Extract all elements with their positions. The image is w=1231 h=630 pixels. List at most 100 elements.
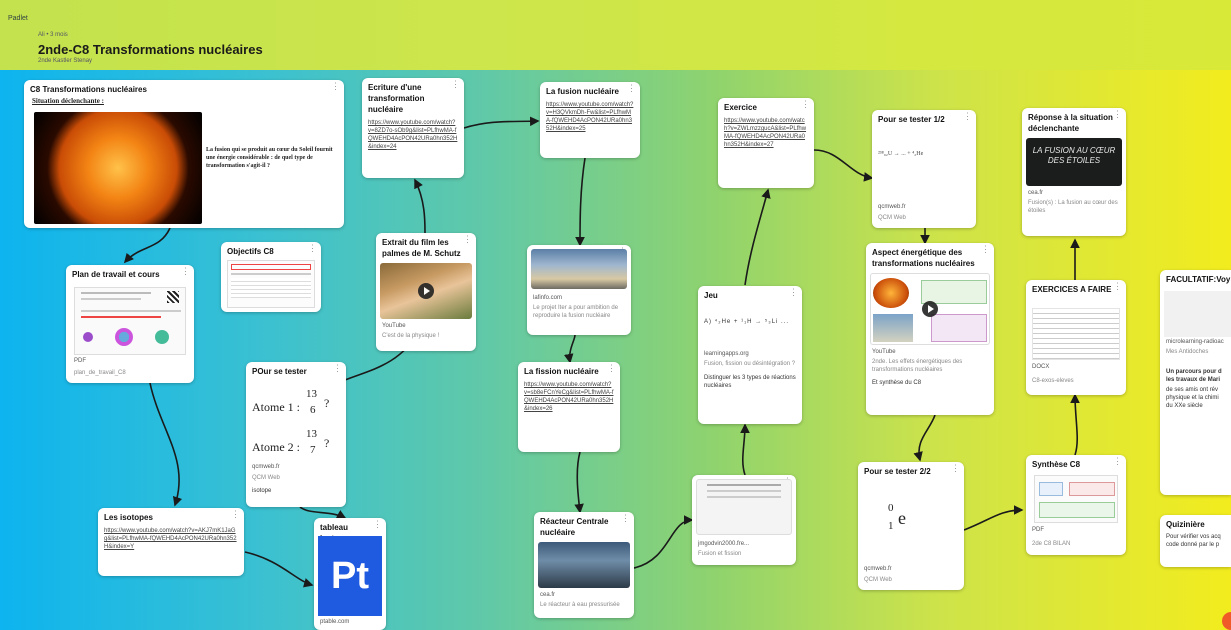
more-icon[interactable]: ⋮ <box>801 100 810 109</box>
more-icon[interactable]: ⋮ <box>181 267 190 276</box>
chalkboard-image: LA FUSION AU CŒUR DES ÉTOILES <box>1026 138 1122 186</box>
link-synthese-exercices <box>1070 393 1080 456</box>
atome1-charge: 6 <box>310 404 316 416</box>
more-icon[interactable]: ⋮ <box>331 82 340 91</box>
card-body: de ses amis ont rév physique et la chimi… <box>1166 387 1219 409</box>
card-fusion-nucleaire[interactable]: La fusion nucléaire ⋮ https://www.youtub… <box>540 82 640 158</box>
card-iter[interactable]: ⋮ lafinfo.com Le projet Iter a pour ambi… <box>527 245 631 335</box>
atome2-question: ? <box>324 436 330 450</box>
more-icon[interactable]: ⋮ <box>621 514 630 523</box>
add-post-button[interactable] <box>1222 612 1231 630</box>
atome2-charge: 7 <box>310 444 316 456</box>
more-icon[interactable]: ⋮ <box>627 84 636 93</box>
card-reacteur[interactable]: Réacteur Centrale nucléaire ⋮ cea.fr Le … <box>534 512 634 618</box>
board-header: Padlet Ali • 3 mois 2nde-C8 Transformati… <box>0 0 1231 70</box>
card-source: learningapps.org <box>704 351 749 357</box>
card-jeu[interactable]: Jeu ⋮ A) ⁴₂He + ¹₁H → ⁵₃Li ... learninga… <box>698 286 802 424</box>
file-type-tag: PDF <box>74 358 86 364</box>
card-sub: Mes Antidoches <box>1166 349 1209 355</box>
card-objectifs[interactable]: Objectifs C8 ⋮ <box>221 242 321 312</box>
ptable-logo-text: Pt <box>331 555 369 597</box>
atome2-mass: 13 <box>306 428 317 440</box>
card-title: Ecriture d'une transformation nucléaire <box>368 83 425 114</box>
card-title: Aspect énergétique des transformations n… <box>872 248 975 268</box>
card-title: EXERCICES A FAIRE <box>1032 285 1112 294</box>
video-thumbnail[interactable] <box>380 263 472 319</box>
more-icon[interactable]: ⋮ <box>981 245 990 254</box>
equation-preview: ²³⁸₉₂U → ... + ⁴₂He <box>878 151 924 157</box>
card-caption: Fusion et fission <box>698 551 742 557</box>
padlet-logo[interactable]: Padlet <box>8 15 28 22</box>
card-isotopes[interactable]: Les isotopes ⋮ https://www.youtube.com/w… <box>98 508 244 576</box>
card-sub: QCM Web <box>878 215 906 221</box>
card-facultatif[interactable]: FACULTATIF:Voy cœur de la radio microlea… <box>1160 270 1231 495</box>
card-fission-nucleaire[interactable]: La fission nucléaire ⋮ https://www.youtu… <box>518 362 620 452</box>
card-link[interactable]: https://www.youtube.com/watch?v=sb8eFCnY… <box>518 379 620 415</box>
more-icon[interactable]: ⋮ <box>1113 282 1122 291</box>
more-icon[interactable]: ⋮ <box>951 464 960 473</box>
atome1-label: Atome 1 : <box>252 400 300 414</box>
link-fusion-iter <box>575 157 586 247</box>
card-source: microlearning-radioac <box>1166 339 1224 345</box>
card-pour-se-tester[interactable]: POur se tester ⋮ Atome 1 : 13 6 ? Atome … <box>246 362 346 507</box>
more-icon[interactable]: ⋮ <box>451 80 460 89</box>
card-link[interactable]: https://www.youtube.com/watch?v=ZWLmzzgu… <box>718 115 814 151</box>
more-icon[interactable]: ⋮ <box>607 364 616 373</box>
chalkboard-text: LA FUSION AU CŒUR DES ÉTOILES <box>1032 146 1116 165</box>
more-icon[interactable]: ⋮ <box>231 510 240 519</box>
card-link[interactable]: https://www.youtube.com/watch?v=AKJ7mK1J… <box>98 525 244 553</box>
card-body: Pour vérifier vos acq code donné par le … <box>1166 534 1221 548</box>
link-c8-plan <box>123 227 171 264</box>
card-fusion-et-fission[interactable]: ⋮ jmgodvin2000.fre... Fusion et fission <box>692 475 796 565</box>
link-plan-isotopes <box>149 382 183 507</box>
qr-code-icon <box>167 291 179 303</box>
card-link[interactable]: https://www.youtube.com/watch?v=8ZD7o-sO… <box>362 117 464 153</box>
more-icon[interactable]: ⋮ <box>789 288 798 297</box>
card-extrait-film[interactable]: Extrait du film les palmes de M. Schutz … <box>376 233 476 351</box>
more-icon[interactable]: ⋮ <box>963 112 972 121</box>
card-title: POur se tester <box>252 367 307 376</box>
card-title: Synthèse C8 <box>1032 460 1081 469</box>
card-caption: Fusion(s) : La fusion au cœur des étoile… <box>1028 200 1118 214</box>
electron-charge: 1 <box>888 520 894 532</box>
link-reacteur-fusionfission <box>633 515 694 569</box>
card-source: YouTube <box>382 323 406 329</box>
pdf-preview <box>74 287 186 355</box>
card-ecriture-transformation[interactable]: Ecriture d'une transformation nucléaire … <box>362 78 464 178</box>
card-source: cea.fr <box>540 592 556 598</box>
more-icon[interactable]: ⋮ <box>333 364 342 373</box>
more-icon[interactable]: ⋮ <box>463 235 472 244</box>
card-tester-2-2[interactable]: Pour se tester 2/2 ⋮ 0 1 e qcmweb.fr QCM… <box>858 462 964 590</box>
card-title: C8 Transformations nucléaires <box>30 85 147 94</box>
more-icon[interactable]: ⋮ <box>1113 457 1122 466</box>
card-source: lafinfo.com <box>533 295 563 301</box>
more-icon[interactable]: ⋮ <box>308 244 317 253</box>
card-body-bold: Un parcours pour d les travaux de Mari <box>1166 369 1222 383</box>
ptable-logo: Pt <box>318 536 382 616</box>
file-type-tag: PDF <box>1032 527 1044 533</box>
card-tableau-isotopes[interactable]: tableau isotopes ⋮ Pt ptable.com <box>314 518 386 630</box>
card-caption: 2de C8 BILAN <box>1032 541 1071 547</box>
play-icon[interactable] <box>922 301 938 317</box>
card-link[interactable]: https://www.youtube.com/watch?v=H3QVkmDh… <box>540 99 640 135</box>
card-plan-de-travail[interactable]: Plan de travail et cours ⋮ PDF plan_de_t… <box>66 265 194 383</box>
more-icon[interactable]: ⋮ <box>373 520 382 529</box>
card-tester-1-2[interactable]: Pour se tester 1/2 ⋮ ²³⁸₉₂U → ... + ⁴₂He… <box>872 110 976 228</box>
card-exercices-a-faire[interactable]: EXERCICES A FAIRE ⋮ DOCX C8-exos-eleves <box>1026 280 1126 395</box>
atome1-mass: 13 <box>306 388 317 400</box>
electron-mass: 0 <box>888 502 894 514</box>
pdf-preview <box>1034 475 1118 523</box>
electron-symbol: 0 1 e <box>888 502 938 546</box>
file-type-tag: DOCX <box>1032 364 1050 370</box>
card-aspect-energetique[interactable]: Aspect énergétique des transformations n… <box>866 243 994 415</box>
card-title: Réacteur Centrale nucléaire <box>540 517 609 537</box>
play-icon[interactable] <box>418 283 434 299</box>
card-synthese[interactable]: Synthèse C8 ⋮ PDF 2de C8 BILAN <box>1026 455 1126 555</box>
link-test22-synthese <box>963 505 1024 531</box>
card-c8-transformations[interactable]: C8 Transformations nucléaires ⋮ Situatio… <box>24 80 344 228</box>
video-thumbnail[interactable] <box>870 273 990 345</box>
card-quiziniere[interactable]: Quizinière Pour vérifier vos acq code do… <box>1160 515 1231 567</box>
card-reponse[interactable]: Réponse à la situation déclenchante ⋮ LA… <box>1022 108 1126 236</box>
card-exercice[interactable]: Exercice ⋮ https://www.youtube.com/watch… <box>718 98 814 188</box>
more-icon[interactable]: ⋮ <box>1113 110 1122 119</box>
